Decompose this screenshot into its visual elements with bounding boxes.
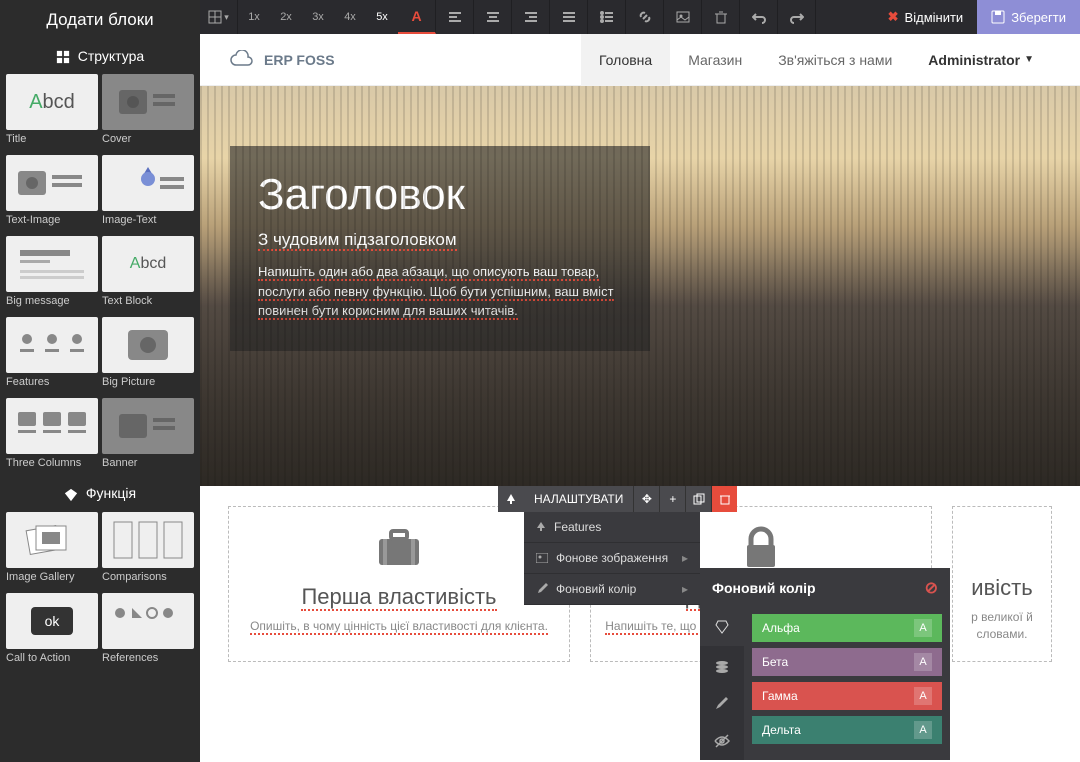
site-logo[interactable]: ERP FOSS (228, 50, 335, 70)
align-left-icon[interactable] (436, 0, 474, 34)
feature-3[interactable]: ивість р великої й словами. (952, 506, 1052, 662)
image-icon[interactable] (664, 0, 702, 34)
hero-text-box[interactable]: Заголовок З чудовим підзаголовком Напиші… (230, 146, 650, 351)
diamond-icon (64, 488, 78, 502)
submenu-features[interactable]: Features (524, 512, 700, 543)
parent-select-icon[interactable] (498, 486, 524, 512)
plus-icon[interactable]: + (659, 486, 685, 512)
link-icon[interactable] (626, 0, 664, 34)
tab-brush-icon[interactable] (700, 684, 744, 722)
tab-eye-off-icon[interactable] (700, 722, 744, 760)
hero-subtitle[interactable]: З чудовим підзаголовком (258, 230, 622, 250)
cloud-icon (228, 50, 256, 70)
submenu-bg-image[interactable]: Фонове зображення▸ (524, 543, 700, 574)
block-image-gallery[interactable]: Image Gallery (6, 512, 98, 589)
nav-shop[interactable]: Магазин (670, 34, 760, 86)
block-image-text[interactable]: Image-Text (102, 155, 194, 232)
parent-icon (536, 522, 546, 532)
structure-blocks: AbcdTitle Cover Text-Image Image-Text Bi… (0, 72, 200, 477)
feature-1-desc[interactable]: Опишіть, в чому цінність цієї властивост… (243, 618, 555, 635)
save-icon (991, 10, 1005, 24)
suitcase-icon (243, 525, 555, 574)
cancel-button[interactable]: ✖Відмінити (874, 0, 978, 34)
none-icon[interactable]: ⊘ (925, 578, 938, 598)
delete-icon[interactable] (711, 486, 737, 512)
size-3x[interactable]: 3x (302, 11, 334, 23)
undo-icon[interactable] (740, 0, 778, 34)
nav-admin[interactable]: Administrator ▼ (910, 34, 1052, 86)
config-label[interactable]: НАЛАШТУВАТИ (524, 486, 633, 512)
move-icon[interactable]: ✥ (633, 486, 659, 512)
color-delta[interactable]: ДельтаA (752, 716, 942, 744)
function-blocks: Image Gallery Comparisons okCall to Acti… (0, 510, 200, 672)
feature-1-title[interactable]: Перша властивість (243, 584, 555, 610)
size-2x[interactable]: 2x (270, 11, 302, 23)
block-cover[interactable]: Cover (102, 74, 194, 151)
size-1x[interactable]: 1x (238, 11, 270, 23)
block-big-picture[interactable]: Big Picture (102, 317, 194, 394)
redo-icon[interactable] (778, 0, 816, 34)
text-color-button[interactable]: A (398, 0, 436, 34)
config-submenu: Features Фонове зображення▸ Фоновий колі… (524, 512, 700, 605)
hero-section[interactable]: Заголовок З чудовим підзаголовком Напиші… (200, 86, 1080, 486)
color-panel-title: Фоновий колір⊘ (700, 568, 950, 608)
insert-table-icon[interactable]: ▾ (200, 0, 238, 34)
site-nav: Головна Магазин Зв'яжіться з нами Admini… (581, 34, 1052, 86)
color-beta[interactable]: БетаA (752, 648, 942, 676)
chevron-down-icon: ▼ (1024, 54, 1034, 65)
clone-icon[interactable] (685, 486, 711, 512)
color-list: АльфаA БетаA ГаммаA ДельтаA (744, 608, 950, 760)
block-title[interactable]: AbcdTitle (6, 74, 98, 151)
sidebar-title: Додати блоки (0, 0, 200, 40)
size-4x[interactable]: 4x (334, 11, 366, 23)
block-comparisons[interactable]: Comparisons (102, 512, 194, 589)
save-button[interactable]: Зберегти (977, 0, 1080, 34)
block-big-message[interactable]: Big message (6, 236, 98, 313)
feature-3-desc[interactable]: р великої й словами. (967, 609, 1037, 643)
block-references[interactable]: References (102, 593, 194, 670)
site-header: ERP FOSS Головна Магазин Зв'яжіться з на… (200, 34, 1080, 86)
grid-icon (56, 50, 70, 64)
align-center-icon[interactable] (474, 0, 512, 34)
chevron-right-icon: ▸ (682, 551, 688, 565)
trash-icon[interactable] (702, 0, 740, 34)
close-icon: ✖ (888, 9, 899, 25)
blocks-sidebar: Додати блоки Структура AbcdTitle Cover T… (0, 0, 200, 762)
nav-contact[interactable]: Зв'яжіться з нами (760, 34, 910, 86)
block-text-block[interactable]: AbcdText Block (102, 236, 194, 313)
hero-title[interactable]: Заголовок (258, 170, 622, 220)
block-features[interactable]: Features (6, 317, 98, 394)
size-group: 1x 2x 3x 4x 5x (238, 0, 398, 34)
config-toolbar: НАЛАШТУВАТИ ✥ + (498, 486, 737, 512)
block-three-columns[interactable]: Three Columns (6, 398, 98, 475)
color-tabs (700, 608, 744, 760)
list-icon[interactable] (588, 0, 626, 34)
color-gamma[interactable]: ГаммаA (752, 682, 942, 710)
nav-home[interactable]: Головна (581, 34, 670, 86)
feature-1[interactable]: Перша властивість Опишіть, в чому цінніс… (228, 506, 570, 662)
block-banner[interactable]: Banner (102, 398, 194, 475)
color-panel: Фоновий колір⊘ АльфаA БетаA ГаммаA Дельт… (700, 568, 950, 760)
submenu-bg-color[interactable]: Фоновий колір▸ (524, 574, 700, 605)
eyedropper-icon (536, 583, 548, 595)
tab-theme-icon[interactable] (700, 608, 744, 646)
section-structure: Структура (0, 40, 200, 72)
color-alpha[interactable]: АльфаA (752, 614, 942, 642)
feature-3-title[interactable]: ивість (967, 575, 1037, 601)
block-call-to-action[interactable]: okCall to Action (6, 593, 98, 670)
picture-icon (536, 553, 548, 563)
hero-body[interactable]: Напишіть один або два абзаци, що описуют… (258, 262, 622, 321)
editor-toolbar: ▾ 1x 2x 3x 4x 5x A ✖Відмінити Зберегти (200, 0, 1080, 34)
section-function: Функція (0, 477, 200, 509)
chevron-right-icon: ▸ (682, 582, 688, 596)
block-text-image[interactable]: Text-Image (6, 155, 98, 232)
tab-transparent-icon[interactable] (700, 646, 744, 684)
align-justify-icon[interactable] (550, 0, 588, 34)
align-right-icon[interactable] (512, 0, 550, 34)
size-5x[interactable]: 5x (366, 11, 398, 23)
